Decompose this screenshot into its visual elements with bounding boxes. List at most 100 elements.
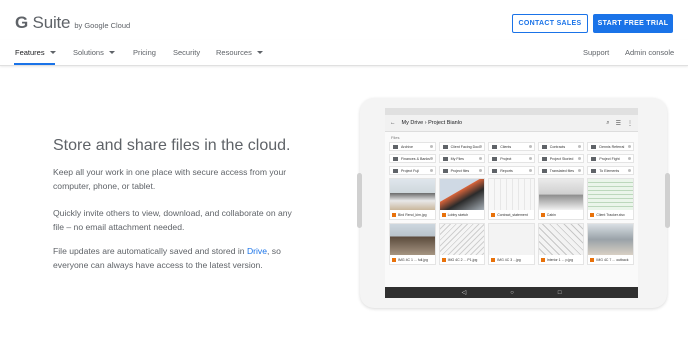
folder-label: Project Fuji [401,168,419,173]
contact-sales-button[interactable]: CONTACT SALES [512,14,588,33]
file-thumbnail [489,224,534,255]
folder-icon [393,168,398,173]
folder-label: Translated files [549,168,575,173]
nav-solutions[interactable]: Solutions [73,48,115,57]
folder-item[interactable]: Archive [389,142,436,151]
list-view-icon[interactable]: ☰ [616,120,621,127]
file-thumbnail [588,224,633,255]
info-icon[interactable] [578,169,582,172]
info-icon[interactable] [627,169,631,172]
gsuite-logo[interactable]: G Suite by Google Cloud [15,13,130,33]
file-card[interactable]: IMG 4C 3 ...jpg [488,223,535,265]
info-icon[interactable] [479,157,483,160]
file-name: Cabin [546,212,556,217]
info-icon[interactable] [429,145,433,148]
info-icon[interactable] [528,169,532,172]
nav-resources[interactable]: Resources [216,48,263,57]
folder-item[interactable]: Dennis Referral [587,142,634,151]
active-tab-indicator [14,63,55,65]
file-name: Lobby sketch [447,212,469,217]
drive-link[interactable]: Drive [247,246,267,256]
file-thumbnail [538,179,584,210]
file-card[interactable]: IMG 4C 2 ... P1.jpg [438,223,486,265]
info-icon[interactable] [627,157,631,160]
folder-label: Contracts [549,144,566,149]
nav-security[interactable]: Security [173,48,200,57]
nav-features[interactable]: Features [15,48,56,57]
folder-item[interactable]: Project Storied [537,154,585,163]
file-card[interactable]: IMG 4C 7 ... outback [587,223,634,265]
info-icon[interactable] [479,145,483,148]
folder-item[interactable]: Project Fight [587,154,634,163]
file-thumbnail [439,224,485,255]
file-thumbnail [538,224,584,255]
file-grid: Bird Rend_kim.jpg Lobby sketch Contract_st… [385,175,638,265]
nav-admin-console[interactable]: Admin console [625,48,674,57]
folder-icon [591,156,597,161]
folder-item[interactable]: To Elements [587,166,634,175]
file-type-icon [491,257,496,262]
folder-item[interactable]: Project Fuji [389,166,436,175]
folder-item[interactable]: Finances & Banks [389,154,436,163]
file-type-icon [590,257,595,262]
info-icon[interactable] [578,157,582,160]
folder-item[interactable]: Project files [438,166,486,175]
nav-support[interactable]: Support [583,48,609,57]
hero-paragraph-1: Keep all your work in one place with sec… [53,167,287,191]
file-card[interactable]: Lobby sketch [438,178,486,220]
folder-item[interactable]: Client Facing Docs [438,142,486,151]
tablet-left-edge [357,173,362,228]
info-icon[interactable] [528,145,532,148]
info-icon[interactable] [627,145,631,148]
info-icon[interactable] [578,145,582,148]
file-card[interactable]: Interior 1 ... p.jpg [537,223,585,265]
nav-home-icon[interactable]: ○ [510,290,514,296]
android-nav-bar: ◁ ○ □ [385,287,638,298]
file-thumbnail [439,179,485,210]
nav-pricing[interactable]: Pricing [133,48,156,57]
nav-back-icon[interactable]: ◁ [462,289,467,296]
file-thumbnail [588,179,633,210]
folder-item[interactable]: Clients [488,142,535,151]
folder-label: Finances & Banks [401,156,430,161]
more-vert-icon[interactable]: ⋮ [627,120,633,127]
folder-icon [541,168,547,173]
folder-item[interactable]: My Files [438,154,486,163]
folder-item[interactable]: Reports [488,166,535,175]
folder-item[interactable]: Translated files [537,166,585,175]
folder-item[interactable]: Project [488,154,535,163]
file-type-icon [392,212,396,217]
info-icon[interactable] [528,157,532,160]
folder-item[interactable]: Contracts [537,142,585,151]
file-thumbnail [390,179,435,210]
folder-icon [442,156,448,161]
hero-paragraph-2: Quickly invite others to view, download,… [53,208,292,232]
info-icon[interactable] [429,169,433,172]
folder-icon [541,156,547,161]
hero-paragraph-3-text-a: File updates are automatically saved and… [53,246,247,256]
search-icon[interactable]: ⌕ [606,120,609,127]
file-card[interactable]: Contract_statement [488,178,535,220]
hero-title: Store and share files in the cloud. [53,137,291,154]
info-icon[interactable] [429,157,433,160]
folder-label: Project [500,156,512,161]
chevron-down-icon [256,51,263,54]
files-section-label: Files [391,135,400,140]
start-free-trial-button[interactable]: START FREE TRIAL [593,14,673,33]
nav-features-label: Features [15,48,45,57]
file-card[interactable]: Cabin [537,178,585,220]
file-thumbnail [489,179,534,210]
file-card[interactable]: IMG 4C 1 ... full.jpg [389,223,436,265]
folder-icon [442,168,448,173]
file-card[interactable]: Client Tracker.xlsx [587,178,634,220]
folder-label: Client Facing Docs [450,144,481,149]
drive-app-screen: ← My Drive › Project Bianlo ⌕ ☰ ⋮ Files … [385,108,638,298]
file-type-icon [590,212,595,217]
folder-label: Project files [450,168,470,173]
back-arrow-icon[interactable]: ← [390,120,396,126]
info-icon[interactable] [479,169,483,172]
chevron-down-icon [108,51,115,54]
nav-recents-icon[interactable]: □ [558,290,562,296]
file-card[interactable]: Bird Rend_kim.jpg [389,178,436,220]
folder-icon [591,144,597,149]
